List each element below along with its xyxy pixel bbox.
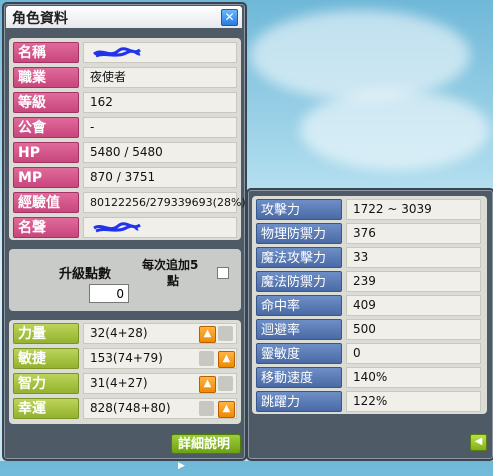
profile-value: 870 / 3751 (83, 167, 237, 188)
redaction-scribble (93, 47, 141, 58)
detail-label: 迴避率 (256, 319, 342, 340)
profile-value: 80122256/279339693(28%) (83, 192, 246, 213)
ap-value-field: 0 (89, 284, 129, 303)
auto-assign-label-line2: 點 (167, 274, 180, 288)
detail-row: 命中率 409 (252, 295, 487, 318)
stat-row-str: 力量 32(4+28) ▲ (9, 323, 241, 346)
stat-up-slot (218, 376, 233, 391)
detail-row: 攻擊力 1722 ~ 3039 (252, 199, 487, 222)
detail-label: 移動速度 (256, 367, 342, 388)
detail-row: 魔法防禦力 239 (252, 271, 487, 294)
detail-row: 靈敏度 0 (252, 343, 487, 366)
detail-button-label: 詳細說明 (178, 437, 231, 452)
profile-value-redacted (83, 217, 237, 238)
stat-up-slot (199, 401, 214, 416)
detail-label: 靈敏度 (256, 343, 342, 364)
stat-label: 力量 (13, 323, 79, 344)
detail-value: 33 (346, 247, 481, 268)
profile-value: 5480 / 5480 (83, 142, 237, 163)
profile-label: 等級 (13, 92, 79, 113)
detail-row: 移動速度 140% (252, 367, 487, 390)
stat-up-button-dex[interactable]: ▲ (218, 351, 235, 368)
detail-row: 迴避率 500 (252, 319, 487, 342)
close-icon[interactable]: ✕ (221, 9, 238, 26)
detail-label: 跳躍力 (256, 391, 342, 412)
detail-value: 376 (346, 223, 481, 244)
stat-label: 敏捷 (13, 348, 79, 369)
profile-label: 名聲 (13, 217, 79, 238)
background-cloud (300, 90, 490, 170)
profile-value-redacted (83, 42, 237, 63)
stat-up-button-str[interactable]: ▲ (199, 326, 216, 343)
detail-row: 物理防禦力 376 (252, 223, 487, 246)
profile-value: 夜使者 (83, 67, 237, 88)
profile-label: HP (13, 142, 79, 163)
detail-value: 1722 ~ 3039 (346, 199, 481, 220)
profile-label: 公會 (13, 117, 79, 138)
window-titlebar[interactable]: 角色資料 ✕ (6, 6, 242, 28)
profile-value: - (83, 117, 237, 138)
profile-label: 名稱 (13, 42, 79, 63)
stat-label: 幸運 (13, 398, 79, 419)
stat-row-int: 智力 31(4+27) ▲ (9, 373, 241, 396)
auto-assign-checkbox[interactable] (217, 267, 229, 279)
profile-row-guild: 公會 - (9, 117, 241, 140)
arrow-left-icon[interactable]: ◀ (470, 434, 487, 451)
detail-value: 239 (346, 271, 481, 292)
stat-up-slot (218, 326, 233, 341)
profile-panel: 名稱 職業 夜使者 等級 162 公會 - HP 5480 / 5480 MP … (9, 38, 246, 240)
detail-value: 140% (346, 367, 481, 388)
detail-label: 攻擊力 (256, 199, 342, 220)
detail-stats-panel: 攻擊力 1722 ~ 3039 物理防禦力 376 魔法攻擊力 33 魔法防禦力… (252, 196, 487, 414)
detail-row: 跳躍力 122% (252, 391, 487, 414)
window-title: 角色資料 (12, 11, 68, 27)
ap-label: 升級點數 (59, 267, 112, 282)
detail-value: 122% (346, 391, 481, 412)
profile-row-level: 等級 162 (9, 92, 241, 115)
profile-row-name: 名稱 (9, 42, 241, 65)
character-info-window: 角色資料 ✕ 名稱 職業 夜使者 等級 162 公會 - HP 5480 / 5… (2, 2, 247, 471)
redaction-scribble (93, 222, 141, 233)
detail-label: 魔法攻擊力 (256, 247, 342, 268)
detail-value: 500 (346, 319, 481, 340)
stat-up-slot (199, 351, 214, 366)
stat-up-button-luk[interactable]: ▲ (218, 401, 235, 418)
detail-value: 409 (346, 295, 481, 316)
profile-label: 職業 (13, 67, 79, 88)
detail-label: 物理防禦力 (256, 223, 342, 244)
stat-label: 智力 (13, 373, 79, 394)
detail-button[interactable]: 詳細說明 ▶ (171, 434, 241, 471)
stats-panel: 力量 32(4+28) ▲ 敏捷 153(74+79) ▲ 智力 31(4+27… (9, 320, 241, 424)
profile-row-mp: MP 870 / 3751 (9, 167, 241, 190)
ability-point-panel: 升級點數 0 每次追加5 點 (9, 249, 241, 311)
detail-label: 命中率 (256, 295, 342, 316)
stat-row-dex: 敏捷 153(74+79) ▲ (9, 348, 241, 371)
profile-label: MP (13, 167, 79, 188)
detail-row: 魔法攻擊力 33 (252, 247, 487, 270)
profile-label: 經驗值 (13, 192, 79, 213)
background-cloud (250, 10, 470, 100)
profile-row-fame: 名聲 (9, 217, 241, 240)
profile-row-exp: 經驗值 80122256/279339693(28%) (9, 192, 246, 215)
chevron-right-icon: ▶ (178, 461, 185, 471)
profile-row-job: 職業 夜使者 (9, 67, 241, 90)
profile-value: 162 (83, 92, 237, 113)
detail-stats-window: 攻擊力 1722 ~ 3039 物理防禦力 376 魔法攻擊力 33 魔法防禦力… (246, 188, 493, 461)
profile-row-hp: HP 5480 / 5480 (9, 142, 241, 165)
auto-assign-label: 每次追加5 (142, 258, 199, 272)
detail-value: 0 (346, 343, 481, 364)
stat-row-luk: 幸運 828(748+80) ▲ (9, 398, 241, 421)
stat-up-button-int[interactable]: ▲ (199, 376, 216, 393)
detail-label: 魔法防禦力 (256, 271, 342, 292)
